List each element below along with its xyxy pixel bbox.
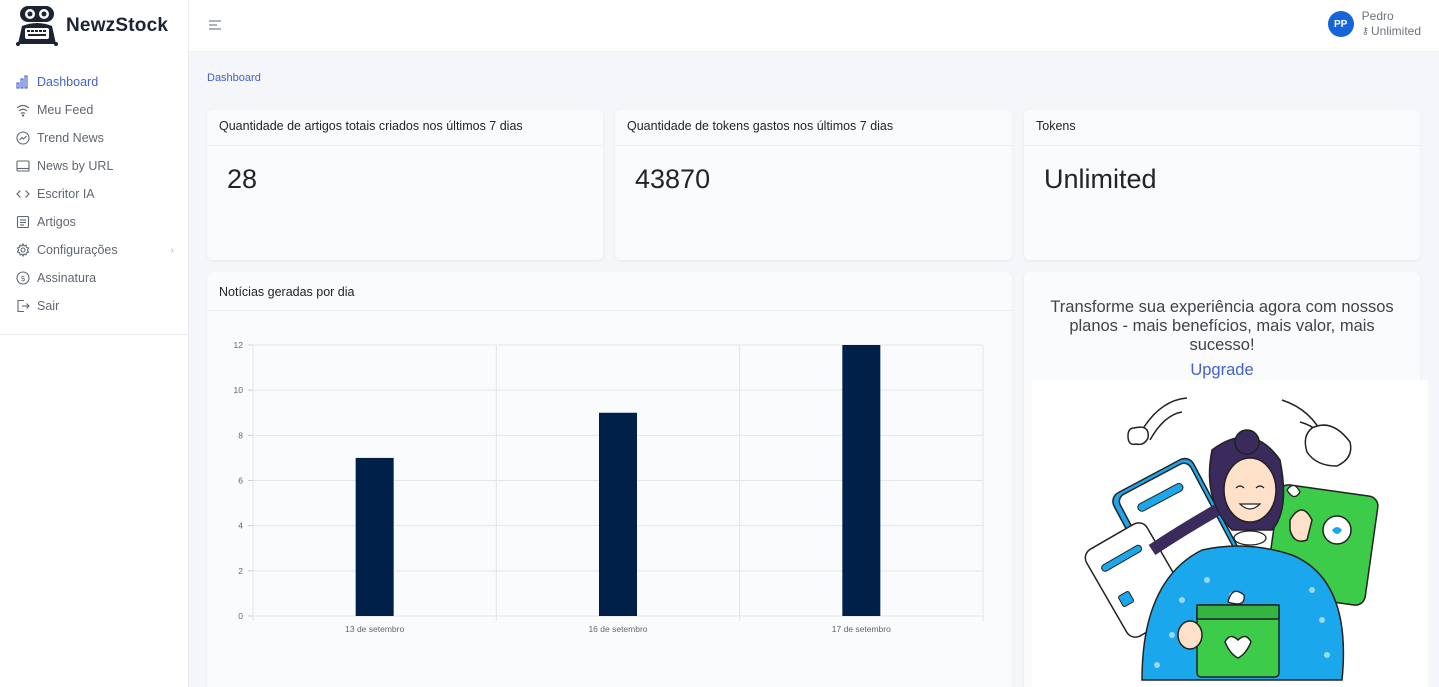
chart-title: Notícias geradas por dia [207,272,1012,311]
stat-value: 43870 [635,164,711,194]
sidebar-item-label: Sair [37,299,60,313]
breadcrumb[interactable]: Dashboard [207,72,261,84]
y-tick-label: 0 [238,611,243,621]
avatar[interactable]: PP [1327,11,1354,37]
sidebar-item-dashboard[interactable]: Dashboard [0,68,188,96]
stat-card-title: Tokens [1024,110,1420,146]
code-icon [16,187,30,201]
key-icon: ⚷ [1361,26,1369,37]
sidebar-item-meu-feed[interactable]: Meu Feed [0,96,188,124]
brand-name: NewzStock [66,15,169,36]
stat-card-title: Quantidade de tokens gastos nos últimos … [615,110,1012,146]
stat-card-tokens: Tokens Unlimited [1024,110,1420,260]
y-tick-label: 10 [234,385,244,395]
stat-value: Unlimited [1044,164,1157,194]
user-name: Pedro [1361,9,1394,23]
promo-illustration [1032,380,1428,687]
logout-icon [16,299,30,313]
x-tick-label: 13 de setembro [345,624,404,634]
sidebar-item-label: Meu Feed [37,103,94,117]
y-tick-label: 12 [234,340,244,350]
sidebar-item-label: Configurações [37,243,118,257]
promo-text: Transforme sua experiência agora com nos… [1050,298,1394,354]
y-tick-label: 8 [238,430,243,440]
bar-chart-icon [16,75,30,89]
sidebar-item-label: Trend News [37,131,104,145]
upgrade-promo-card: Transforme sua experiência agora com nos… [1024,272,1428,687]
y-tick-label: 6 [238,476,243,486]
chevron-right-icon: › [170,244,174,256]
sidebar-item-sair[interactable]: Sair [0,292,188,320]
top-header: PP Pedro ⚷ Unlimited [189,0,1439,52]
stat-card-tokens-spent: Quantidade de tokens gastos nos últimos … [615,110,1012,260]
sidebar-item-label: Dashboard [37,75,99,89]
svg-text:$: $ [20,274,25,283]
chart-bar [842,345,881,616]
gear-icon [16,243,30,257]
sidebar-item-news-by-url[interactable]: News by URL [0,152,188,180]
user-menu[interactable]: PP Pedro ⚷ Unlimited [1327,9,1421,39]
y-tick-label: 2 [238,566,243,576]
dollar-icon: $ [16,271,30,285]
sidebar-item-label: News by URL [37,159,114,173]
sidebar-item-artigos[interactable]: Artigos [0,208,188,236]
sidebar-item-label: Assinatura [37,271,97,285]
menu-toggle-icon[interactable] [207,17,223,33]
user-plan: Unlimited [1370,24,1421,38]
sidebar-item-assinatura[interactable]: $ Assinatura [0,264,188,292]
sidebar: NewzStock Dashboard Meu Feed Trend News … [0,0,189,687]
woman-with-box-illustration [1084,397,1379,681]
bar-chart: 0 2 4 6 8 10 12 13 de setembro 16 de setembro 17 … [234,340,984,634]
document-icon [16,215,30,229]
chart-bar [599,412,637,616]
trend-icon [16,131,30,145]
monitor-icon [16,159,30,173]
sidebar-item-configuracoes[interactable]: Configurações › [0,236,188,264]
y-tick-label: 4 [238,521,243,531]
chart-bar [355,457,394,616]
sidebar-item-label: Escritor IA [37,187,95,201]
brand[interactable]: NewzStock [0,0,188,52]
wifi-icon [16,103,30,117]
stat-value: 28 [227,164,258,194]
x-tick-label: 16 de setembro [588,624,647,634]
stat-card-articles: Quantidade de artigos totais criados nos… [207,110,603,260]
chart-card: Notícias geradas por dia 0 2 4 6 8 10 12 13 de … [207,272,1012,687]
sidebar-item-label: Artigos [37,215,76,229]
x-tick-label: 17 de setembro [832,624,891,634]
robot-logo-icon [16,6,58,46]
sidebar-menu: Dashboard Meu Feed Trend News News by UR… [0,52,188,335]
sidebar-item-trend-news[interactable]: Trend News [0,124,188,152]
stat-card-title: Quantidade de artigos totais criados nos… [207,110,603,146]
sidebar-item-escritor-ia[interactable]: Escritor IA [0,180,188,208]
upgrade-link[interactable]: Upgrade [1024,361,1420,380]
